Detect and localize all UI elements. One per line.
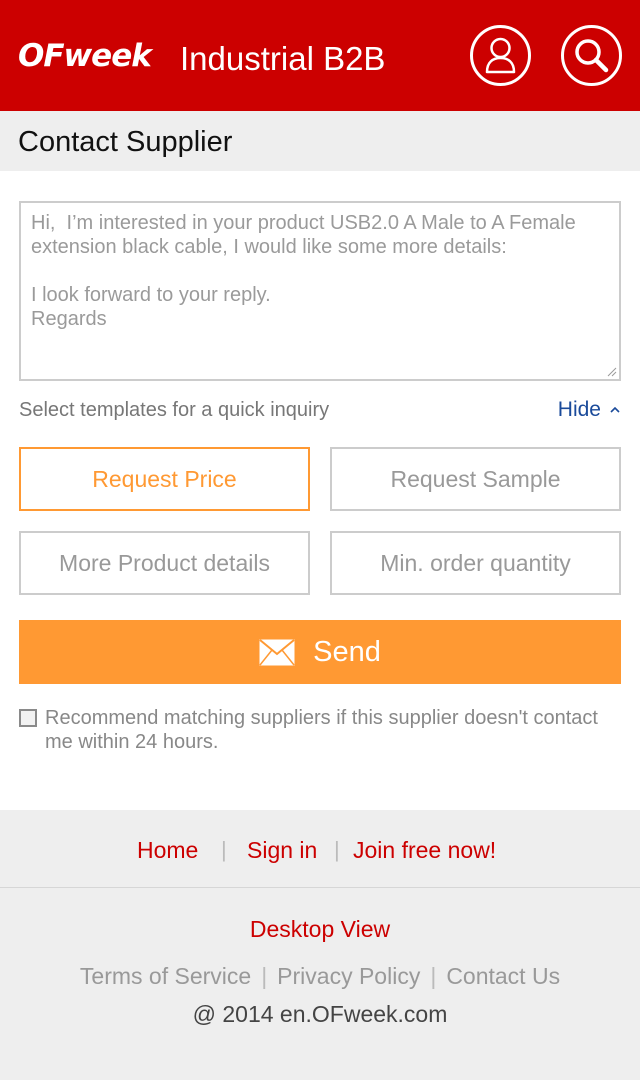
footer-separator: | xyxy=(221,837,227,862)
send-button[interactable]: Send xyxy=(19,620,621,684)
search-icon xyxy=(575,39,609,73)
footer-sign-in-link[interactable]: Sign in xyxy=(247,837,317,863)
resize-handle-icon[interactable] xyxy=(605,365,617,377)
request-sample-label: Request Sample xyxy=(390,465,561,492)
template-row: Select templates for a quick inquiry Hid… xyxy=(19,396,621,424)
template-label: Select templates for a quick inquiry xyxy=(19,399,330,421)
recommend-text: Recommend matching suppliers if this sup… xyxy=(45,707,598,753)
chevron-up-icon xyxy=(610,406,620,413)
message-text: Hi, I’m interested in your product USB2.… xyxy=(31,212,576,330)
min-order-quantity-button[interactable]: Min. order quantity xyxy=(330,531,621,595)
footer-links: Terms of Service | Privacy Policy | Contact … xyxy=(0,963,640,989)
footer-separator: | xyxy=(334,837,340,862)
page-header: Contact Supplier xyxy=(0,111,640,171)
copyright: @ 2014 en.OFweek.com xyxy=(192,1001,448,1027)
recommend-checkbox[interactable] xyxy=(19,709,37,727)
search-button[interactable] xyxy=(561,25,622,86)
hide-templates-link[interactable]: Hide xyxy=(558,398,621,422)
request-price-label: Request Price xyxy=(92,465,237,492)
page-title: Contact Supplier xyxy=(18,126,233,158)
footer-nav: Home | Sign in | Join free now! xyxy=(0,810,640,888)
privacy-link[interactable]: Privacy Policy xyxy=(277,963,420,989)
hide-label: Hide xyxy=(557,398,601,421)
more-product-details-button[interactable]: More Product details xyxy=(19,531,310,595)
logo[interactable]: OFweek xyxy=(18,34,152,78)
footer: Home | Sign in | Join free now! Desktop … xyxy=(0,810,640,1080)
desktop-view-link[interactable]: Desktop View xyxy=(0,916,640,942)
user-account-button[interactable] xyxy=(470,25,531,86)
request-sample-button[interactable]: Request Sample xyxy=(330,447,621,511)
footer-links-separator: | xyxy=(430,963,437,989)
header: OFweek Industrial B2B xyxy=(0,0,640,111)
user-icon xyxy=(485,37,516,74)
envelope-icon xyxy=(259,638,295,665)
contact-link[interactable]: Contact Us xyxy=(446,963,560,989)
footer-links-separator: | xyxy=(261,963,268,989)
more-product-details-label: More Product details xyxy=(59,549,270,576)
terms-link[interactable]: Terms of Service xyxy=(80,963,251,989)
logo-text: OFweek xyxy=(18,38,152,74)
request-price-button[interactable]: Request Price xyxy=(19,447,310,511)
footer-home-link[interactable]: Home xyxy=(137,837,198,863)
message-textarea[interactable]: Hi, I’m interested in your product USB2.… xyxy=(19,201,621,381)
min-order-quantity-label: Min. order quantity xyxy=(380,549,571,576)
site-title: Industrial B2B xyxy=(180,40,386,77)
footer-join-link[interactable]: Join free now! xyxy=(353,837,496,863)
send-label: Send xyxy=(313,636,381,668)
